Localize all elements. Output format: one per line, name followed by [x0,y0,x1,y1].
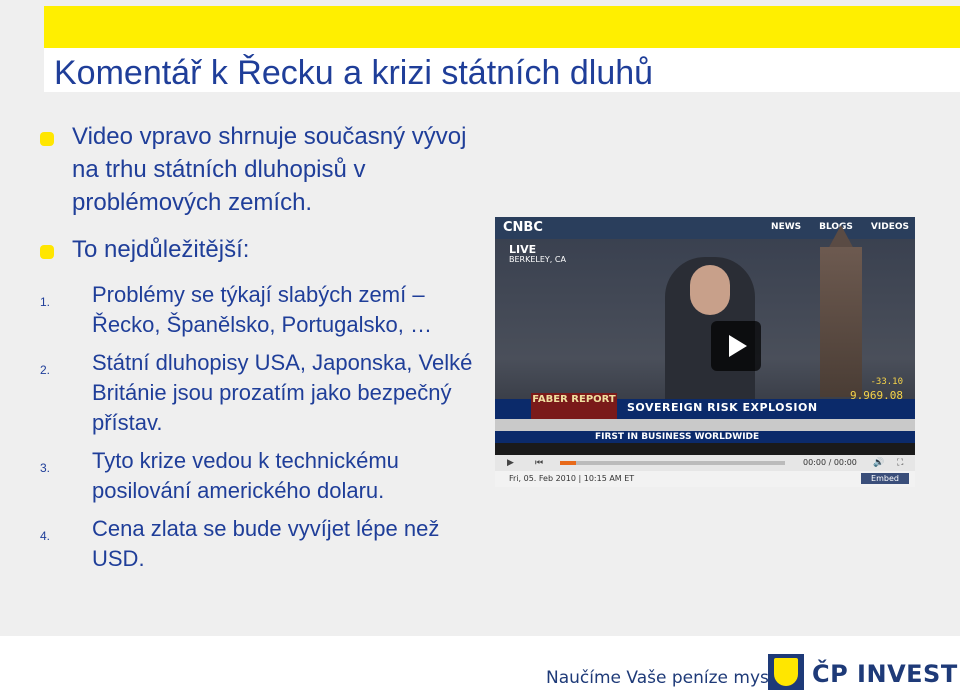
numbered-item: 1. Problémy se týkají slabých zemí – Řec… [40,280,480,340]
numbered-item: 4. Cena zlata se bude vyvíjet lépe než U… [40,514,480,574]
footer-slogan: Naučíme Vaše peníze myslet [546,668,791,688]
bullet-item: To nejdůležitější: [40,233,480,266]
time-display: 00:00 / 00:00 [803,458,857,467]
item-number: 1. [40,295,51,309]
bullet-text: To nejdůležitější: [72,236,250,263]
progress-bar[interactable] [560,461,785,465]
slide-title: Komentář k Řecku a krizi státních dluhů [54,54,654,92]
title-accent-stripe [44,6,960,48]
footer-brand: ČP INVEST [812,660,958,688]
play-button-icon[interactable] [711,321,761,371]
nav-videos-link[interactable]: VIDEOS [871,222,909,232]
bullet-dot-icon [40,245,54,259]
video-footer: Fri, 05. Feb 2010 | 10:15 AM ET Embed [495,471,915,487]
bullet-text: Video vpravo shrnuje současný vývoj na t… [72,123,467,216]
play-icon[interactable]: ▶ [507,458,514,468]
video-controls: ▶ ⏮ 00:00 / 00:00 🔊 ⛶ [495,455,915,471]
volume-icon[interactable]: 🔊 [873,458,884,468]
bullet-dot-icon [40,132,54,146]
item-text: Státní dluhopisy USA, Japonska, Velké Br… [92,350,473,435]
nav-news-link[interactable]: NEWS [771,222,801,232]
video-player[interactable]: CNBC NEWS BLOGS VIDEOS LIVE BERKELEY, CA… [495,217,915,487]
numbered-item: 2. Státní dluhopisy USA, Japonska, Velké… [40,348,480,438]
ticker-change: -33.10 [870,377,903,387]
skip-back-icon[interactable]: ⏮ [535,458,543,468]
item-text: Cena zlata se bude vyvíjet lépe než USD. [92,516,440,571]
item-number: 4. [40,529,51,543]
embed-button[interactable]: Embed [861,473,909,484]
title-bar: Komentář k Řecku a krizi státních dluhů [44,6,960,92]
fullscreen-icon[interactable]: ⛶ [897,458,903,468]
progress-fill [560,461,576,465]
item-text: Tyto krize vedou k technickému posilován… [92,448,399,503]
location-label: BERKELEY, CA [509,255,566,264]
subline-strip: FIRST IN BUSINESS WORLDWIDE [495,431,915,443]
item-number: 2. [40,363,51,377]
logo-shield-icon [774,658,798,686]
cp-invest-logo-icon [768,654,804,690]
item-text: Problémy se týkají slabých zemí – Řecko,… [92,282,432,337]
item-number: 3. [40,461,51,475]
bullet-item: Video vpravo shrnuje současný vývoj na t… [40,120,480,219]
slide: Komentář k Řecku a krizi státních dluhů … [0,0,960,636]
faber-report-badge: FABER REPORT [531,393,617,421]
logo-strip [495,419,915,431]
slide-content: Video vpravo shrnuje současný vývoj na t… [40,120,480,582]
numbered-item: 3. Tyto krize vedou k technickému posilo… [40,446,480,506]
video-date: Fri, 05. Feb 2010 | 10:15 AM ET [509,474,635,483]
video-headline: SOVEREIGN RISK EXPLOSION [627,401,818,414]
tower-image [820,247,862,397]
presenter-face [690,265,730,315]
cnbc-logo: CNBC [503,220,543,235]
video-subline: FIRST IN BUSINESS WORLDWIDE [595,432,760,442]
